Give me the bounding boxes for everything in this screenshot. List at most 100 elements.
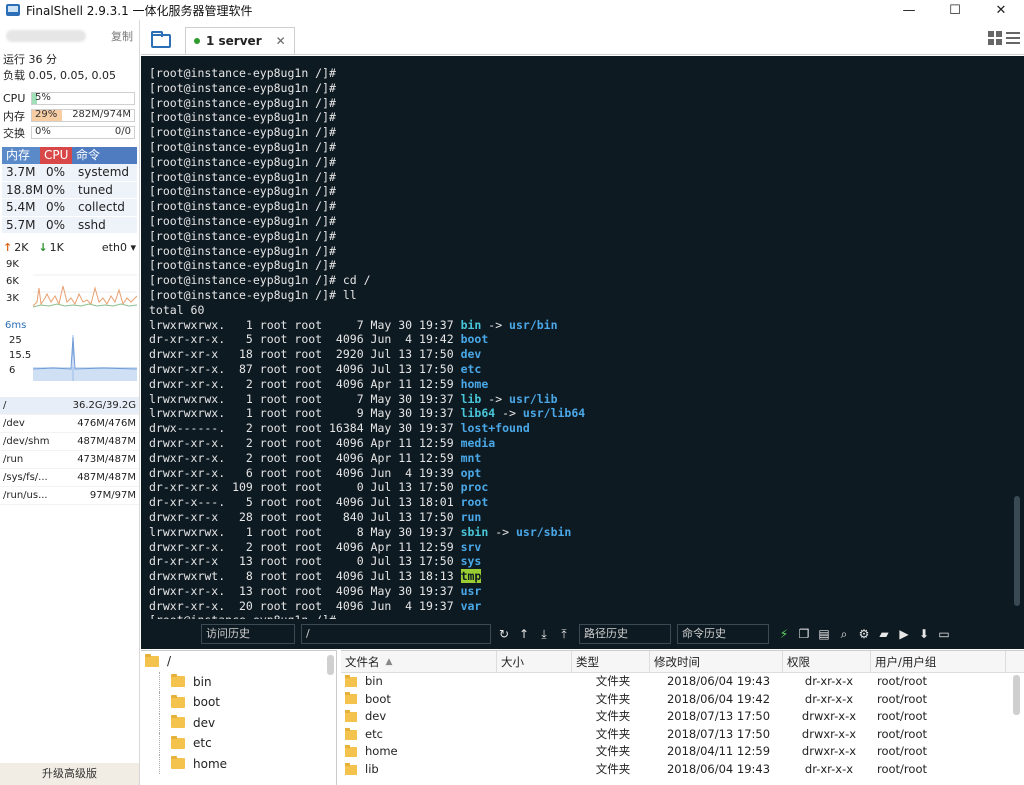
folder-icon[interactable]: ▰ [877,627,891,641]
path-input[interactable]: / [301,624,491,644]
window-icon[interactable]: ▭ [937,627,951,641]
lightning-icon[interactable]: ⚡ [777,627,791,641]
col-owner[interactable]: 用户/用户组 [871,651,1006,672]
tree-item-label: home [193,756,228,771]
dir-name: var [460,598,482,613]
tree-scrollbar[interactable] [327,655,334,675]
file-size [497,691,572,709]
history-access-input[interactable]: 访问历史 [201,624,295,644]
proc-col-mem[interactable]: 内存 [2,147,40,164]
arrow-down-icon[interactable]: ⬇ [917,627,931,641]
terminal-scrollbar[interactable] [1014,496,1020,606]
mem-meter: 内存 29% 282M/974M [0,107,139,124]
play-icon[interactable]: ▶ [897,627,911,641]
file-row[interactable]: lib 文件夹 2018/06/04 19:43 dr-xr-x-x root/root [341,761,1024,779]
search-icon[interactable]: ⌕ [837,627,851,641]
uptime-text: 运行 36 分 [3,53,57,66]
disk-row[interactable]: /dev 476M/476M [0,415,139,433]
session-tab-bar: 1 server ✕ [141,27,1024,55]
col-size[interactable]: 大小 [497,651,572,672]
col-modified[interactable]: 修改时间 [650,651,783,672]
dir-name: run [460,509,482,524]
terminal-line: drwxr-xr-x. 2 root root 4096 Apr 11 12:5… [149,376,489,391]
copy-ip-button[interactable]: 复制 [111,28,133,44]
net-tick: 9K [6,259,19,270]
command-bar: 访问历史 / ↻ ↑ ⤓ ⤒ 路径历史 命令历史 ⚡ ❐ ▤ ⌕ ⚙ ▰ ▶ ⬇… [141,619,1024,649]
symlink-name: lib [460,391,482,406]
terminal-output[interactable]: [root@instance-eyp8ug1n /]# [root@instanc… [141,56,1024,619]
tree-item[interactable]: etc [141,733,336,754]
file-owner: root/root [877,761,927,776]
chevron-down-icon: ▾ [130,240,136,254]
interface-select[interactable]: eth0 ▾ [102,241,136,254]
proc-col-cmd[interactable]: 命令 [72,147,137,164]
process-row[interactable]: 3.7M 0% systemd [2,164,137,182]
disk-row[interactable]: /run/us... 97M/97M [0,487,139,505]
open-session-manager-button[interactable] [141,27,181,54]
process-mem: 5.7M [6,217,36,232]
dir-name: media [460,435,496,450]
disk-row[interactable]: /sys/fs/... 487M/487M [0,469,139,487]
file-type: 文件夹 [595,726,631,741]
process-row[interactable]: 18.8M 0% tuned [2,181,137,199]
terminal-line: lrwxrwxrwx. 1 root root 7 May 30 19:37 b… [149,317,558,332]
disk-row[interactable]: /run 473M/487M [0,451,139,469]
copy-icon[interactable]: ❐ [797,627,811,641]
connected-status-dot [194,38,200,44]
minimize-button[interactable]: — [886,0,932,20]
download-icon[interactable]: ⤓ [537,627,551,641]
file-name: lib [365,761,379,776]
tree-item[interactable]: boot [141,692,336,713]
proc-col-cpu[interactable]: CPU [40,147,72,164]
disk-row[interactable]: /dev/shm 487M/487M [0,433,139,451]
path-history-input[interactable]: 路径历史 [579,624,671,644]
tab-close-icon[interactable]: ✕ [276,34,286,48]
dir-name: home [460,376,489,391]
process-row[interactable]: 5.7M 0% sshd [2,216,137,234]
refresh-icon[interactable]: ↻ [497,627,511,641]
process-cmd: collectd [78,200,125,214]
list-layout-icon[interactable] [1006,31,1020,45]
file-permission: dr-xr-x-x [804,691,854,706]
process-mem: 3.7M [6,165,36,179]
file-name-cell: bin [341,673,497,691]
tree-item[interactable]: dev [141,712,336,734]
upload-icon[interactable]: ⤒ [557,627,571,641]
terminal-line: drwxrwxrwt. 8 root root 4096 Jul 13 18:1… [149,569,482,584]
tree-root[interactable]: / [141,651,336,672]
disk-usage: 487M/487M [77,472,136,483]
col-type[interactable]: 类型 [572,651,650,672]
paste-icon[interactable]: ▤ [817,627,831,641]
disk-row[interactable]: / 36.2G/39.2G [0,397,139,415]
command-history-input[interactable]: 命令历史 [677,624,769,644]
file-row[interactable]: bin 文件夹 2018/06/04 19:43 dr-xr-x-x root/root [341,673,1024,691]
sticky-dir-name: tmp [460,569,482,584]
disk-mount: /sys/fs/... [3,472,48,483]
grid-layout-icon[interactable] [988,31,1002,45]
file-row[interactable]: home 文件夹 2018/04/11 12:59 drwxr-x-x root/roo… [341,743,1024,761]
tree-guide [159,671,169,692]
swap-pct: 0% [35,126,51,137]
upgrade-button[interactable]: 升级高级版 [0,763,139,785]
col-filename[interactable]: 文件名 ▲ [341,651,497,672]
tree-item[interactable]: home [141,753,336,775]
tab-server[interactable]: 1 server ✕ [185,27,295,54]
cpu-pct: 5% [35,92,51,103]
file-row[interactable]: etc 文件夹 2018/07/13 17:50 drwxr-x-x root/root [341,726,1024,744]
col-permission[interactable]: 权限 [783,651,871,672]
terminal-line: total 60 [149,302,205,317]
file-row[interactable]: dev 文件夹 2018/07/13 17:50 drwxr-x-x root/root [341,708,1024,726]
swap-label: 交换 [3,126,25,140]
title-bar: FinalShell 2.9.3.1 一体化服务器管理软件 — ☐ ✕ [0,0,1024,20]
file-owner: root/root [877,691,927,706]
up-directory-icon[interactable]: ↑ [517,627,531,641]
close-button[interactable]: ✕ [978,0,1024,20]
maximize-button[interactable]: ☐ [932,0,978,20]
file-row[interactable]: boot 文件夹 2018/06/04 19:42 dr-xr-x-x root/roo… [341,691,1024,709]
file-permission: dr-xr-x-x [804,761,854,776]
terminal-line: [root@instance-eyp8ug1n /]# [149,199,336,214]
tree-item[interactable]: bin [141,671,336,693]
process-row[interactable]: 5.4M 0% collectd [2,199,137,217]
file-list-scrollbar[interactable] [1013,675,1020,715]
gear-icon[interactable]: ⚙ [857,627,871,641]
